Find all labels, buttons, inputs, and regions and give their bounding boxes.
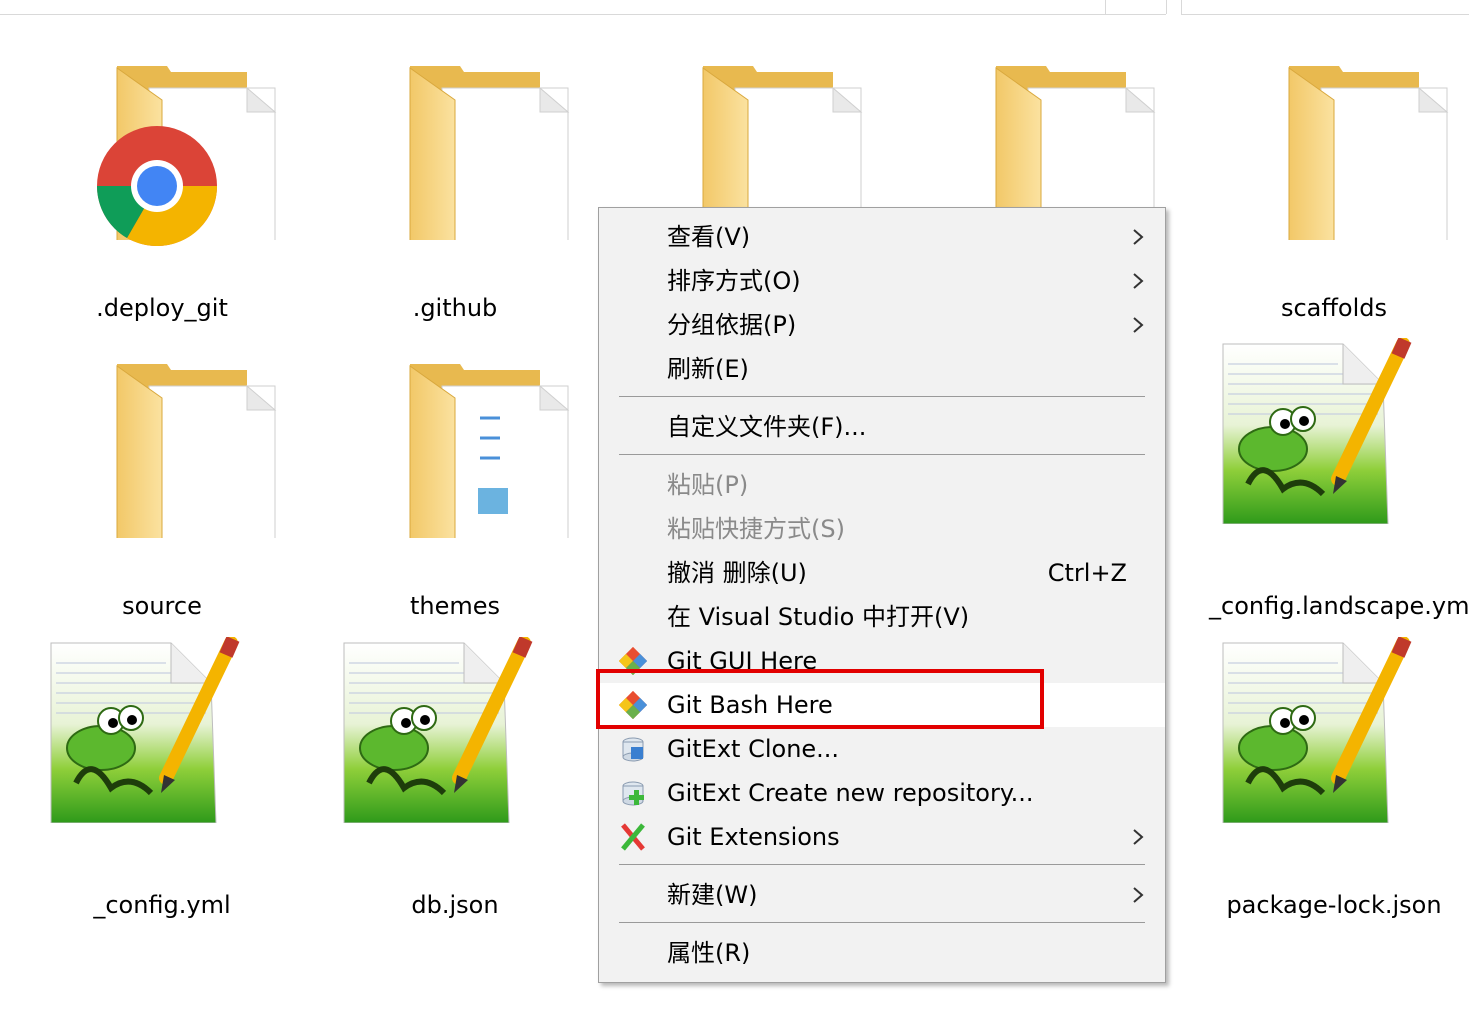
menu-item-label: 撤消 删除(U) xyxy=(667,559,807,587)
file-item[interactable]: themes xyxy=(330,338,580,628)
menu-item-label: 新建(W) xyxy=(667,881,758,909)
file-name: themes xyxy=(409,592,501,620)
menu-item-customize-folder[interactable]: 自定义文件夹(F)... xyxy=(599,405,1165,449)
menu-item-shortcut: Ctrl+Z xyxy=(1047,559,1127,587)
file-name: _config.yml xyxy=(93,891,231,919)
file-name: scaffolds xyxy=(1280,294,1388,322)
file-name: package-lock.json xyxy=(1226,891,1442,919)
chevron-right-icon xyxy=(1133,229,1144,245)
notepad-file-icon xyxy=(1209,338,1459,578)
chevron-right-icon xyxy=(1133,317,1144,333)
menu-item-label: 属性(R) xyxy=(667,939,751,967)
folder-icon xyxy=(37,338,287,578)
file-name: db.json xyxy=(411,891,499,919)
folder-docs-icon xyxy=(330,338,580,578)
gitext-clone-icon xyxy=(622,737,644,762)
context-menu: 查看(V) 排序方式(O) 分组依据(P) 刷新(E) 自定义文件夹(F)...… xyxy=(598,207,1166,983)
menu-item-label: 刷新(E) xyxy=(667,355,749,383)
file-item[interactable]: .deploy_git xyxy=(37,40,287,330)
chevron-right-icon xyxy=(1133,273,1144,289)
file-item[interactable]: _config.yml xyxy=(37,637,287,927)
menu-item-label: GitExt Create new repository... xyxy=(667,779,1034,807)
menu-item-label: 粘贴(P) xyxy=(667,471,749,499)
menu-item-label: 粘贴快捷方式(S) xyxy=(667,515,845,543)
file-name: .deploy_git xyxy=(96,294,228,322)
menu-separator xyxy=(619,396,1145,397)
folder-icon xyxy=(330,40,580,280)
chevron-right-icon xyxy=(1133,829,1144,845)
folder-chrome-icon xyxy=(96,40,287,280)
address-bar[interactable] xyxy=(0,0,1166,15)
gitext-create-repo-icon xyxy=(622,781,644,806)
menu-item-label: 在 Visual Studio 中打开(V) xyxy=(667,603,970,631)
menu-item-paste-shortcut[interactable]: 粘贴快捷方式(S) xyxy=(599,507,1165,551)
file-item[interactable]: db.json xyxy=(330,637,580,927)
address-bar-divider xyxy=(1166,0,1167,14)
menu-item-refresh[interactable]: 刷新(E) xyxy=(599,347,1165,391)
file-name: source xyxy=(122,592,202,620)
search-box-border xyxy=(1181,0,1182,14)
file-item[interactable]: scaffolds xyxy=(1209,40,1459,330)
file-name: .github xyxy=(412,294,498,322)
menu-item-properties[interactable]: 属性(R) xyxy=(599,931,1165,975)
file-item[interactable]: .github xyxy=(330,40,580,330)
notepad-file-icon xyxy=(37,637,287,877)
menu-item-git-extensions[interactable]: Git Extensions xyxy=(599,815,1165,859)
menu-item-label: 排序方式(O) xyxy=(667,267,801,295)
menu-item-gitext-clone[interactable]: GitExt Clone... xyxy=(599,727,1165,771)
file-item[interactable]: _config.landscape.yml xyxy=(1209,338,1469,628)
chevron-right-icon xyxy=(1133,887,1144,903)
menu-item-label: 自定义文件夹(F)... xyxy=(667,413,867,441)
address-bar-divider xyxy=(1105,0,1106,14)
file-item[interactable]: source xyxy=(37,338,287,628)
menu-item-sort-by[interactable]: 排序方式(O) xyxy=(599,259,1165,303)
menu-item-view[interactable]: 查看(V) xyxy=(599,215,1165,259)
menu-item-open-in-visual-studio[interactable]: 在 Visual Studio 中打开(V) xyxy=(599,595,1165,639)
notepad-file-icon xyxy=(330,637,580,877)
menu-item-label: 查看(V) xyxy=(667,223,751,251)
menu-item-label: GitExt Clone... xyxy=(667,735,840,763)
git-extensions-icon xyxy=(621,823,645,851)
menu-item-group-by[interactable]: 分组依据(P) xyxy=(599,303,1165,347)
menu-separator xyxy=(619,864,1145,865)
search-box[interactable] xyxy=(1181,0,1469,15)
file-item[interactable]: package-lock.json xyxy=(1209,637,1459,927)
menu-item-paste[interactable]: 粘贴(P) xyxy=(599,463,1165,507)
menu-separator xyxy=(619,922,1145,923)
menu-item-label: 分组依据(P) xyxy=(667,311,797,339)
folder-icon xyxy=(1209,40,1459,280)
address-bar-strip xyxy=(0,0,1469,16)
file-name: _config.landscape.yml xyxy=(1209,592,1469,620)
menu-separator xyxy=(619,454,1145,455)
menu-item-label: Git Extensions xyxy=(667,823,840,851)
notepad-file-icon xyxy=(1209,637,1459,877)
highlight-box xyxy=(596,669,1044,729)
menu-item-new[interactable]: 新建(W) xyxy=(599,873,1165,917)
menu-item-undo-delete[interactable]: 撤消 删除(U) Ctrl+Z xyxy=(599,551,1165,595)
menu-item-gitext-create-repo[interactable]: GitExt Create new repository... xyxy=(599,771,1165,815)
